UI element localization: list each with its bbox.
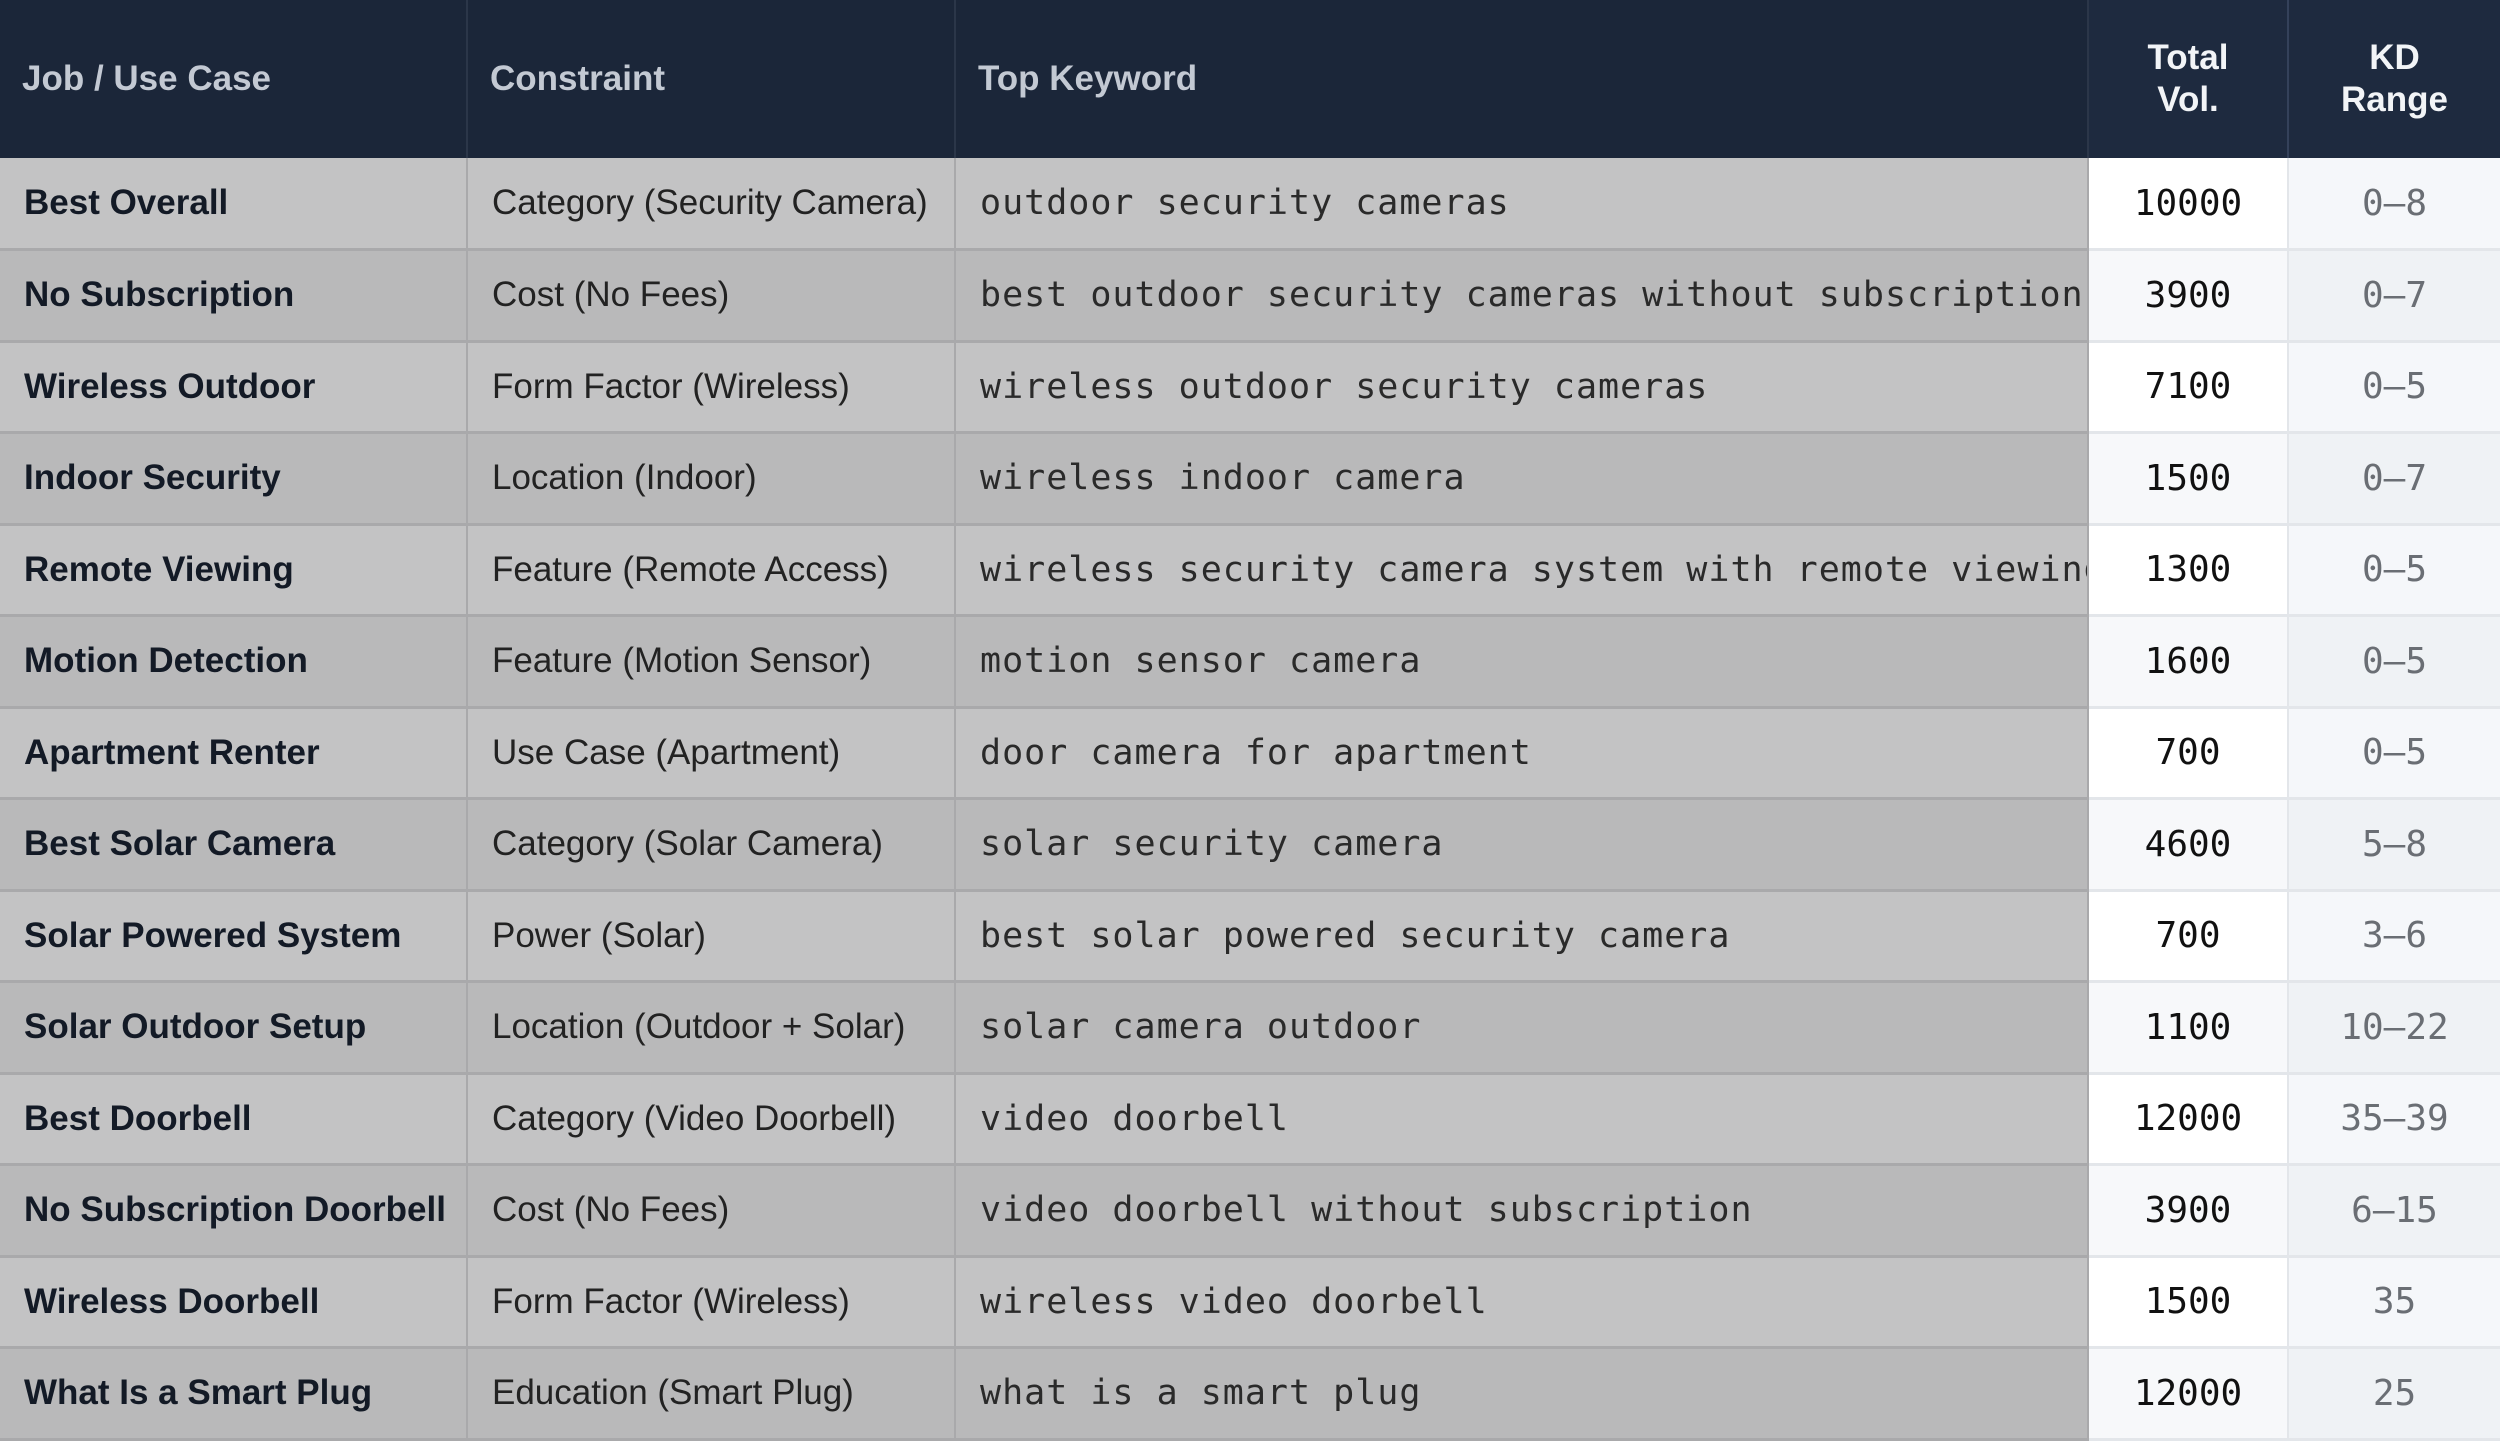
cell-top-keyword: door camera for apartment	[955, 707, 2089, 800]
cell-kd-range: 0–5	[2288, 524, 2500, 617]
table-row[interactable]: Solar Powered System Power (Solar) best …	[0, 890, 2500, 983]
cell-total-volume: 1600	[2088, 615, 2289, 709]
cell-job: No Subscription Doorbell	[0, 1164, 468, 1258]
cell-total-volume: 12000	[2088, 1347, 2289, 1441]
cell-job: What Is a Smart Plug	[0, 1347, 468, 1441]
cell-job: Solar Powered System	[0, 890, 468, 983]
cell-job: Remote Viewing	[0, 524, 468, 617]
cell-kd-range: 0–5	[2288, 341, 2500, 434]
header-job[interactable]: Job / Use Case	[0, 0, 468, 158]
cell-top-keyword: video doorbell	[955, 1073, 2089, 1166]
cell-constraint: Form Factor (Wireless)	[467, 341, 956, 434]
cell-top-keyword: video doorbell without subscription	[955, 1164, 2089, 1258]
cell-kd-range: 0–5	[2288, 707, 2500, 800]
cell-kd-range: 0–5	[2288, 615, 2500, 709]
table-row[interactable]: Wireless Outdoor Form Factor (Wireless) …	[0, 341, 2500, 434]
cell-job: Indoor Security	[0, 432, 468, 526]
cell-constraint: Cost (No Fees)	[467, 1164, 956, 1258]
cell-total-volume: 7100	[2088, 341, 2289, 434]
cell-top-keyword: best outdoor security cameras without su…	[955, 249, 2089, 343]
cell-kd-range: 25	[2288, 1347, 2500, 1441]
cell-top-keyword: solar camera outdoor	[955, 981, 2089, 1075]
cell-top-keyword: solar security camera	[955, 798, 2089, 892]
cell-kd-range: 35–39	[2288, 1073, 2500, 1166]
table-row[interactable]: Best Overall Category (Security Camera) …	[0, 158, 2500, 251]
table-row[interactable]: Best Doorbell Category (Video Doorbell) …	[0, 1073, 2500, 1166]
cell-constraint: Feature (Remote Access)	[467, 524, 956, 617]
cell-job: Best Overall	[0, 158, 468, 251]
cell-total-volume: 4600	[2088, 798, 2289, 892]
cell-top-keyword: wireless security camera system with rem…	[955, 524, 2089, 617]
cell-constraint: Location (Outdoor + Solar)	[467, 981, 956, 1075]
cell-job: No Subscription	[0, 249, 468, 343]
cell-total-volume: 3900	[2088, 249, 2289, 343]
cell-total-volume: 1100	[2088, 981, 2289, 1075]
table-body: Best Overall Category (Security Camera) …	[0, 158, 2500, 1441]
table-row[interactable]: No Subscription Doorbell Cost (No Fees) …	[0, 1164, 2500, 1258]
cell-constraint: Use Case (Apartment)	[467, 707, 956, 800]
cell-job: Wireless Doorbell	[0, 1256, 468, 1349]
header-constraint[interactable]: Constraint	[467, 0, 956, 158]
cell-kd-range: 0–7	[2288, 432, 2500, 526]
header-kd-range-line1: KD	[2369, 38, 2420, 77]
cell-kd-range: 0–8	[2288, 158, 2500, 251]
cell-job: Wireless Outdoor	[0, 341, 468, 434]
cell-job: Solar Outdoor Setup	[0, 981, 468, 1075]
header-kd-range[interactable]: KD Range	[2288, 0, 2500, 158]
cell-constraint: Category (Video Doorbell)	[467, 1073, 956, 1166]
cell-total-volume: 3900	[2088, 1164, 2289, 1258]
header-total-volume-line2: Vol.	[2157, 80, 2219, 119]
cell-total-volume: 1300	[2088, 524, 2289, 617]
table-row[interactable]: Best Solar Camera Category (Solar Camera…	[0, 798, 2500, 892]
cell-constraint: Feature (Motion Sensor)	[467, 615, 956, 709]
cell-constraint: Education (Smart Plug)	[467, 1347, 956, 1441]
cell-constraint: Location (Indoor)	[467, 432, 956, 526]
table-header: Job / Use Case Constraint Top Keyword To…	[0, 0, 2500, 158]
cell-constraint: Form Factor (Wireless)	[467, 1256, 956, 1349]
keyword-table: Job / Use Case Constraint Top Keyword To…	[0, 0, 2500, 1441]
cell-top-keyword: what is a smart plug	[955, 1347, 2089, 1441]
table-row[interactable]: Remote Viewing Feature (Remote Access) w…	[0, 524, 2500, 617]
cell-total-volume: 12000	[2088, 1073, 2289, 1166]
cell-top-keyword: wireless indoor camera	[955, 432, 2089, 526]
cell-top-keyword: best solar powered security camera	[955, 890, 2089, 983]
cell-total-volume: 700	[2088, 890, 2289, 983]
cell-constraint: Cost (No Fees)	[467, 249, 956, 343]
cell-top-keyword: motion sensor camera	[955, 615, 2089, 709]
table-row[interactable]: Indoor Security Location (Indoor) wirele…	[0, 432, 2500, 526]
header-row: Job / Use Case Constraint Top Keyword To…	[0, 0, 2500, 158]
cell-top-keyword: wireless outdoor security cameras	[955, 341, 2089, 434]
cell-total-volume: 10000	[2088, 158, 2289, 251]
cell-job: Motion Detection	[0, 615, 468, 709]
cell-kd-range: 6–15	[2288, 1164, 2500, 1258]
cell-kd-range: 5–8	[2288, 798, 2500, 892]
header-kd-range-line2: Range	[2341, 80, 2448, 119]
cell-total-volume: 700	[2088, 707, 2289, 800]
cell-top-keyword: outdoor security cameras	[955, 158, 2089, 251]
cell-kd-range: 0–7	[2288, 249, 2500, 343]
header-top-keyword[interactable]: Top Keyword	[955, 0, 2089, 158]
table-row[interactable]: What Is a Smart Plug Education (Smart Pl…	[0, 1347, 2500, 1441]
table-row[interactable]: Wireless Doorbell Form Factor (Wireless)…	[0, 1256, 2500, 1349]
cell-total-volume: 1500	[2088, 1256, 2289, 1349]
cell-constraint: Category (Security Camera)	[467, 158, 956, 251]
table-row[interactable]: Apartment Renter Use Case (Apartment) do…	[0, 707, 2500, 800]
cell-kd-range: 35	[2288, 1256, 2500, 1349]
header-total-volume[interactable]: Total Vol.	[2088, 0, 2289, 158]
cell-kd-range: 3–6	[2288, 890, 2500, 983]
table-row[interactable]: No Subscription Cost (No Fees) best outd…	[0, 249, 2500, 343]
cell-constraint: Category (Solar Camera)	[467, 798, 956, 892]
table-row[interactable]: Solar Outdoor Setup Location (Outdoor + …	[0, 981, 2500, 1075]
table-row[interactable]: Motion Detection Feature (Motion Sensor)…	[0, 615, 2500, 709]
header-total-volume-line1: Total	[2147, 38, 2229, 77]
cell-constraint: Power (Solar)	[467, 890, 956, 983]
cell-job: Best Doorbell	[0, 1073, 468, 1166]
cell-kd-range: 10–22	[2288, 981, 2500, 1075]
cell-total-volume: 1500	[2088, 432, 2289, 526]
cell-job: Apartment Renter	[0, 707, 468, 800]
cell-top-keyword: wireless video doorbell	[955, 1256, 2089, 1349]
cell-job: Best Solar Camera	[0, 798, 468, 892]
